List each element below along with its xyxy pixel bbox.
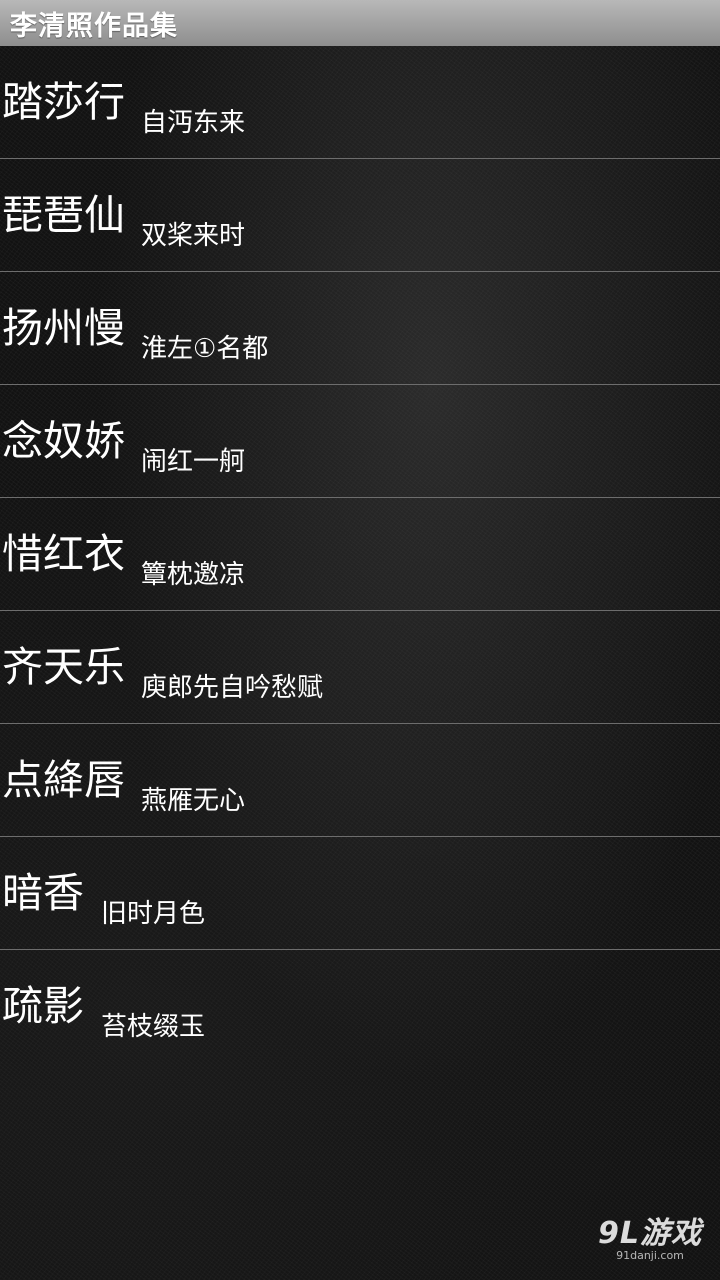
item-subtitle: 燕雁无心	[141, 786, 246, 816]
app-title: 李清照作品集	[10, 10, 178, 42]
title-bar: 李清照作品集	[0, 0, 720, 46]
item-subtitle: 双桨来时	[141, 221, 246, 251]
item-subtitle: 旧时月色	[101, 899, 206, 929]
item-title: 疏影	[2, 982, 84, 1030]
list-item[interactable]: 琵琶仙 双桨来时	[0, 159, 720, 272]
item-subtitle: 庾郎先自吟愁赋	[141, 673, 324, 703]
watermark-logo: 9L游戏	[598, 1216, 702, 1251]
item-subtitle: 簟枕邀凉	[141, 560, 246, 590]
item-title: 扬州慢	[2, 304, 125, 352]
item-subtitle: 淮左①名都	[141, 334, 269, 364]
item-title: 点絳唇	[2, 756, 125, 804]
item-title: 惜红衣	[2, 530, 125, 578]
list-item[interactable]: 暗香 旧时月色	[0, 837, 720, 950]
poem-list: 踏莎行 自沔东来 琵琶仙 双桨来时 扬州慢 淮左①名都 念奴娇 闹红一舸 惜红衣…	[0, 46, 720, 1062]
watermark-url: 91danji.com	[616, 1249, 684, 1262]
list-item[interactable]: 扬州慢 淮左①名都	[0, 272, 720, 385]
list-item[interactable]: 念奴娇 闹红一舸	[0, 385, 720, 498]
watermark: 9L游戏 91danji.com	[598, 1218, 702, 1262]
item-title: 暗香	[2, 869, 84, 917]
list-item[interactable]: 疏影 苔枝缀玉	[0, 950, 720, 1062]
list-item[interactable]: 点絳唇 燕雁无心	[0, 724, 720, 837]
list-item[interactable]: 齐天乐 庾郎先自吟愁赋	[0, 611, 720, 724]
list-item[interactable]: 惜红衣 簟枕邀凉	[0, 498, 720, 611]
list-item[interactable]: 踏莎行 自沔东来	[0, 46, 720, 159]
item-title: 踏莎行	[2, 78, 125, 126]
item-title: 念奴娇	[2, 417, 125, 465]
item-subtitle: 闹红一舸	[141, 447, 246, 477]
item-title: 齐天乐	[2, 643, 125, 691]
item-subtitle: 苔枝缀玉	[101, 1012, 206, 1042]
item-subtitle: 自沔东来	[141, 108, 246, 138]
item-title: 琵琶仙	[2, 191, 125, 239]
